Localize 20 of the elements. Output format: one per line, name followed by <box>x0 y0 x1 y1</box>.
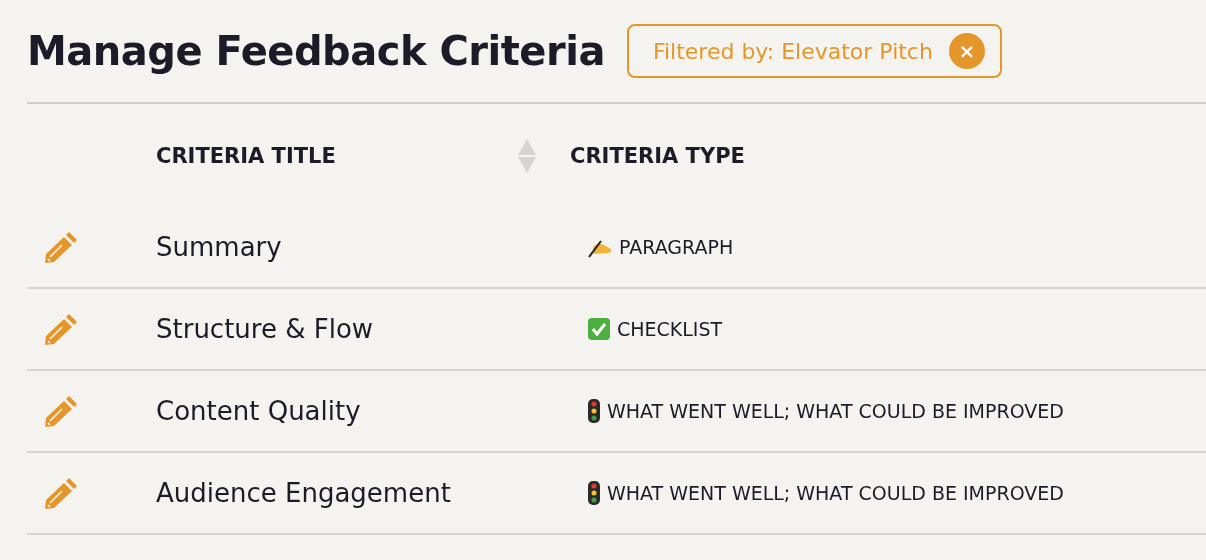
criteria-title: Summary <box>156 232 283 262</box>
criteria-title: Structure & Flow <box>156 314 375 344</box>
criteria-title: Audience Engagement <box>156 478 452 508</box>
column-header: CRITERIA TYPE <box>570 143 745 168</box>
sort-icon[interactable] <box>518 138 536 173</box>
filter-label: Filtered by: Elevator Pitch <box>652 38 933 64</box>
criteria-title: Content Quality <box>156 396 362 426</box>
column-header[interactable]: CRITERIA TITLE <box>156 143 336 168</box>
pencil-icon[interactable] <box>45 313 78 345</box>
pencil-icon[interactable] <box>45 231 78 263</box>
traffic-light-icon <box>588 399 600 423</box>
criteria-type: WHAT WENT WELL; WHAT COULD BE IMPROVED <box>607 482 1064 504</box>
criteria-type: CHECKLIST <box>617 318 723 340</box>
pencil-icon[interactable] <box>45 477 78 509</box>
traffic-light-icon <box>588 481 600 505</box>
page-title: Manage Feedback Criteria <box>27 28 605 74</box>
check-icon <box>588 318 610 340</box>
criteria-type: PARAGRAPH <box>619 236 734 258</box>
pencil-icon[interactable] <box>45 395 78 427</box>
criteria-type: WHAT WENT WELL; WHAT COULD BE IMPROVED <box>607 400 1064 422</box>
